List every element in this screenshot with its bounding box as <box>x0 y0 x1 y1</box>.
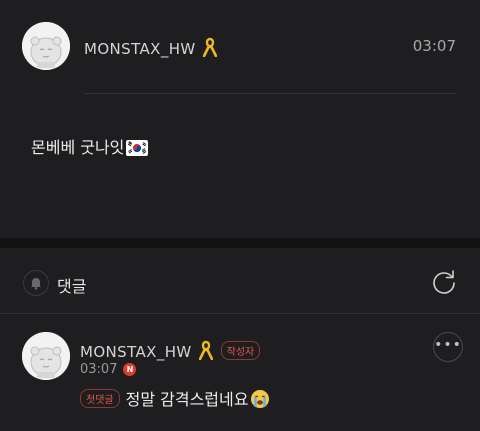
post-card: MONSTAX_HW 03:07 몬베베 굿나잇 <box>0 0 480 238</box>
post-body: 몬베베 굿나잇 <box>31 134 149 160</box>
comment-username-row: MONSTAX_HW 작성자 <box>80 340 261 364</box>
comment-username[interactable]: MONSTAX_HW <box>80 343 192 361</box>
comment-item: MONSTAX_HW 작성자 03:07 N 첫댓글 정말 감격스럽네요 ••• <box>0 314 480 431</box>
new-badge: N <box>123 363 137 376</box>
comment-text: 정말 감격스럽네요 <box>125 390 249 409</box>
post-username[interactable]: MONSTAX_HW <box>84 40 196 58</box>
comment-meta: 03:07 N <box>80 362 137 377</box>
first-comment-badge: 첫댓글 <box>80 389 120 408</box>
avatar-character-icon <box>22 22 70 70</box>
avatar-character-icon <box>22 332 70 380</box>
section-gap <box>0 238 480 248</box>
refresh-icon[interactable] <box>430 268 458 296</box>
comments-header: 댓글 <box>0 248 480 314</box>
author-badge: 작성자 <box>220 341 261 360</box>
post-timestamp: 03:07 <box>412 37 456 55</box>
yellow-ribbon-icon <box>198 340 213 364</box>
comments-title: 댓글 <box>57 277 87 296</box>
comment-timestamp: 03:07 <box>80 362 118 377</box>
post-body-text: 몬베베 굿나잇 <box>31 138 125 157</box>
south-korea-flag-icon <box>126 140 149 160</box>
bell-icon[interactable] <box>23 270 49 296</box>
post-username-row: MONSTAX_HW <box>84 37 217 61</box>
avatar[interactable] <box>22 332 70 380</box>
avatar[interactable] <box>22 22 70 70</box>
post-divider <box>84 93 456 94</box>
yellow-ribbon-icon <box>202 37 217 61</box>
loudly-crying-face-icon <box>250 389 270 413</box>
comment-body: 첫댓글 정말 감격스럽네요 <box>80 386 270 413</box>
more-options-button[interactable]: ••• <box>433 332 463 362</box>
